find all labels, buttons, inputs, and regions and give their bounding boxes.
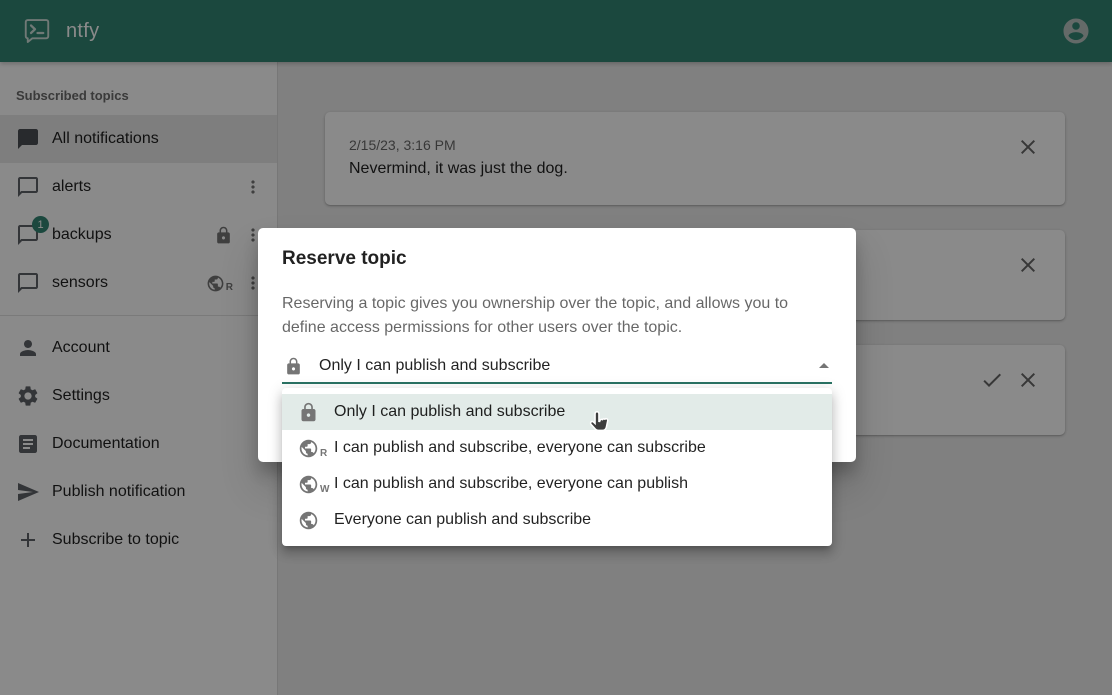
menu-option-label: I can publish and subscribe, everyone ca… <box>334 439 706 457</box>
globe-read-icon: R <box>298 438 334 459</box>
access-permission-menu: Only I can publish and subscribe R I can… <box>282 388 832 546</box>
menu-option-everyone-read[interactable]: R I can publish and subscribe, everyone … <box>282 430 832 466</box>
menu-option-label: Everyone can publish and subscribe <box>334 511 591 529</box>
app-window: ntfy Subscribed topics All notifications… <box>0 0 1112 695</box>
menu-option-everyone-write[interactable]: W I can publish and subscribe, everyone … <box>282 466 832 502</box>
chevron-up-icon <box>812 354 836 378</box>
dialog-description: Reserving a topic gives you ownership ov… <box>282 292 832 340</box>
menu-option-everyone-read-write[interactable]: Everyone can publish and subscribe <box>282 502 832 538</box>
select-value: Only I can publish and subscribe <box>319 357 812 375</box>
menu-option-label: I can publish and subscribe, everyone ca… <box>334 475 688 493</box>
menu-option-only-me[interactable]: Only I can publish and subscribe <box>282 394 832 430</box>
globe-write-icon: W <box>298 474 334 495</box>
globe-icon <box>298 510 334 531</box>
lock-icon <box>298 402 334 423</box>
access-permission-select[interactable]: Only I can publish and subscribe <box>282 350 832 384</box>
menu-option-label: Only I can publish and subscribe <box>334 403 565 421</box>
lock-icon <box>284 357 303 376</box>
dialog-title: Reserve topic <box>282 248 407 270</box>
